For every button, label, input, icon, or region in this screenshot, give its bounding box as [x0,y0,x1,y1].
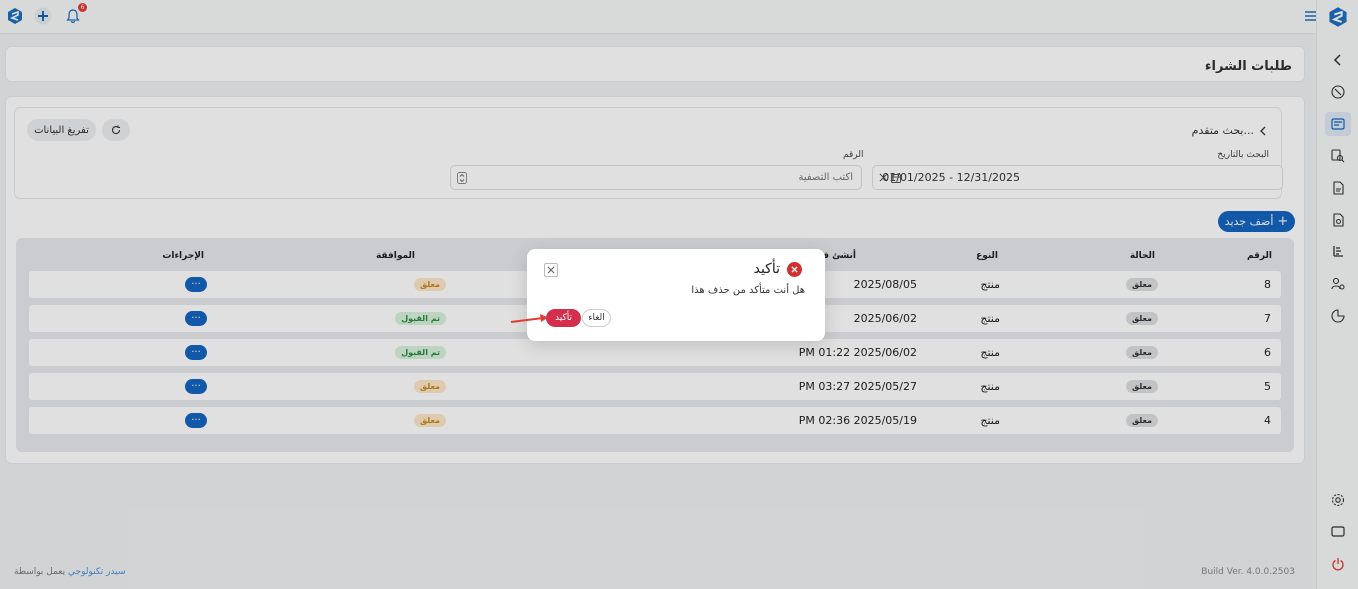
close-icon[interactable] [544,263,558,277]
confirm-button[interactable]: تأكيد [546,309,581,327]
error-circle-icon [787,262,802,277]
confirm-dialog: تأكيد هل أنت متأكد من حذف هذا تأكيد الغا… [527,249,825,341]
dialog-message: هل أنت متأكد من حذف هذا [691,285,805,296]
dialog-title: تأكيد [753,261,780,277]
annotation-arrow-icon [510,314,548,323]
cancel-button[interactable]: الغاء [582,309,611,327]
